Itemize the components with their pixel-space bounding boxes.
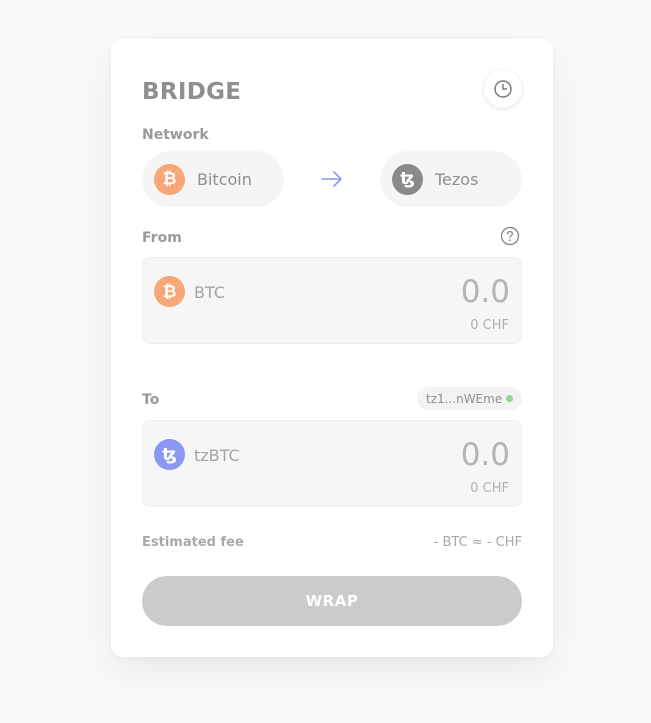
wallet-address: tz1...nWEme — [426, 391, 503, 406]
clock-icon — [494, 80, 512, 98]
source-network-selector[interactable]: ₿ Bitcoin — [142, 151, 284, 207]
from-amount-input[interactable] — [350, 274, 510, 310]
from-amount-box: ₿ BTC 0 CHF — [142, 257, 522, 344]
bitcoin-icon: ₿ — [154, 163, 185, 195]
arrow-right-icon — [321, 171, 342, 187]
wallet-address-badge[interactable]: tz1...nWEme — [417, 387, 522, 410]
from-label: From — [142, 230, 182, 246]
bitcoin-icon: ₿ — [154, 276, 185, 307]
to-token: tzBTC — [194, 446, 240, 465]
help-icon[interactable] — [500, 226, 520, 246]
bridge-card: BRIDGE Network ₿ Bitcoin ꜩ Tezos From ₿ … — [111, 39, 553, 657]
tzbtc-icon: ꜩ — [154, 439, 185, 470]
wrap-button[interactable]: WRAP — [142, 576, 522, 626]
source-network-name: Bitcoin — [197, 169, 252, 189]
from-token: BTC — [194, 283, 225, 302]
from-fiat-value: 0 CHF — [470, 318, 509, 333]
to-amount-input[interactable] — [350, 437, 510, 473]
to-label: To — [142, 392, 160, 408]
tezos-icon: ꜩ — [392, 163, 423, 195]
network-label: Network — [142, 127, 209, 143]
estimated-fee-value: - BTC ≈ - CHF — [433, 535, 522, 550]
history-button[interactable] — [484, 70, 522, 108]
target-network-selector[interactable]: ꜩ Tezos — [380, 151, 522, 207]
connected-status-dot — [506, 395, 513, 402]
to-fiat-value: 0 CHF — [470, 481, 509, 496]
page-title: BRIDGE — [142, 79, 242, 105]
target-network-name: Tezos — [435, 169, 479, 189]
estimated-fee-label: Estimated fee — [142, 535, 244, 550]
to-amount-box: ꜩ tzBTC 0 CHF — [142, 420, 522, 507]
